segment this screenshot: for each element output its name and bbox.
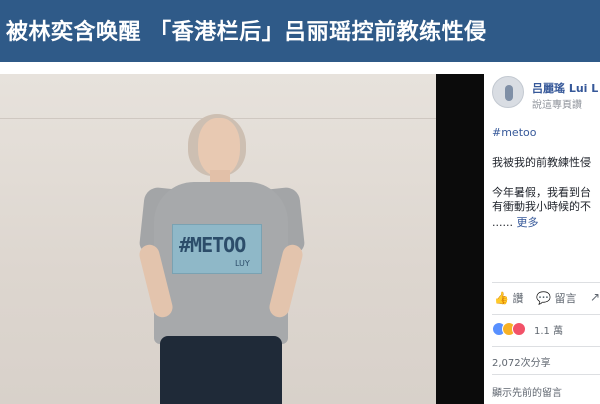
sign-text: #METOO <box>179 233 246 257</box>
divider <box>492 374 600 375</box>
divider <box>492 314 600 315</box>
page-avatar[interactable] <box>492 76 524 108</box>
post-actions: 👍 讚 💬 留言 ↗ <box>484 288 600 310</box>
page-subtitle[interactable]: 說這專頁讚 <box>532 96 582 111</box>
comment-icon: 💬 <box>536 291 551 305</box>
comment-label: 留言 <box>554 292 577 305</box>
metoo-sign: #METOO LUY <box>172 224 262 274</box>
see-more-link[interactable]: 更多 <box>516 216 538 229</box>
like-label: 讚 <box>512 292 524 305</box>
post-more-row: ...... 更多 <box>492 214 538 230</box>
news-photo: #METOO LUY <box>0 74 436 404</box>
facebook-post-panel: 吕麗瑤 Lui L 說這專頁讚 #metoo 我被我的前教練性侵 今年暑假，我看… <box>484 74 600 404</box>
reaction-count: 1.1 萬 <box>534 326 564 337</box>
photo-face <box>198 118 240 176</box>
share-icon: ↗ <box>590 290 600 304</box>
post-text-line: 有衝動我小時候的不 <box>492 200 591 213</box>
hashtag-link[interactable]: #metoo <box>492 126 536 139</box>
share-button[interactable]: ↗ <box>590 290 600 304</box>
headline-title: 被林奕含唤醒 「香港栏后」吕丽瑶控前教练性侵 <box>6 20 487 45</box>
thumbs-up-icon: 👍 <box>494 291 509 305</box>
share-count-link[interactable]: 2,072次分享 <box>492 354 551 369</box>
headline-bar: 被林奕含唤醒 「香港栏后」吕丽瑶控前教练性侵 <box>0 0 600 62</box>
like-button[interactable]: 👍 讚 <box>494 290 523 306</box>
photo-divider <box>436 74 484 404</box>
avatar-person-icon <box>505 85 513 101</box>
comment-button[interactable]: 💬 留言 <box>536 290 576 306</box>
photo-skirt <box>160 336 282 404</box>
sign-signature: LUY <box>235 259 250 268</box>
spacer <box>0 62 600 74</box>
love-reaction-icon <box>512 322 526 336</box>
divider <box>492 346 600 347</box>
page-name-link[interactable]: 吕麗瑤 Lui L <box>532 80 598 96</box>
view-previous-comments-link[interactable]: 顯示先前的留言 <box>492 384 562 399</box>
divider <box>492 282 600 283</box>
ellipsis: ...... <box>492 216 513 229</box>
post-text-line: 我被我的前教練性侵 <box>492 156 591 169</box>
